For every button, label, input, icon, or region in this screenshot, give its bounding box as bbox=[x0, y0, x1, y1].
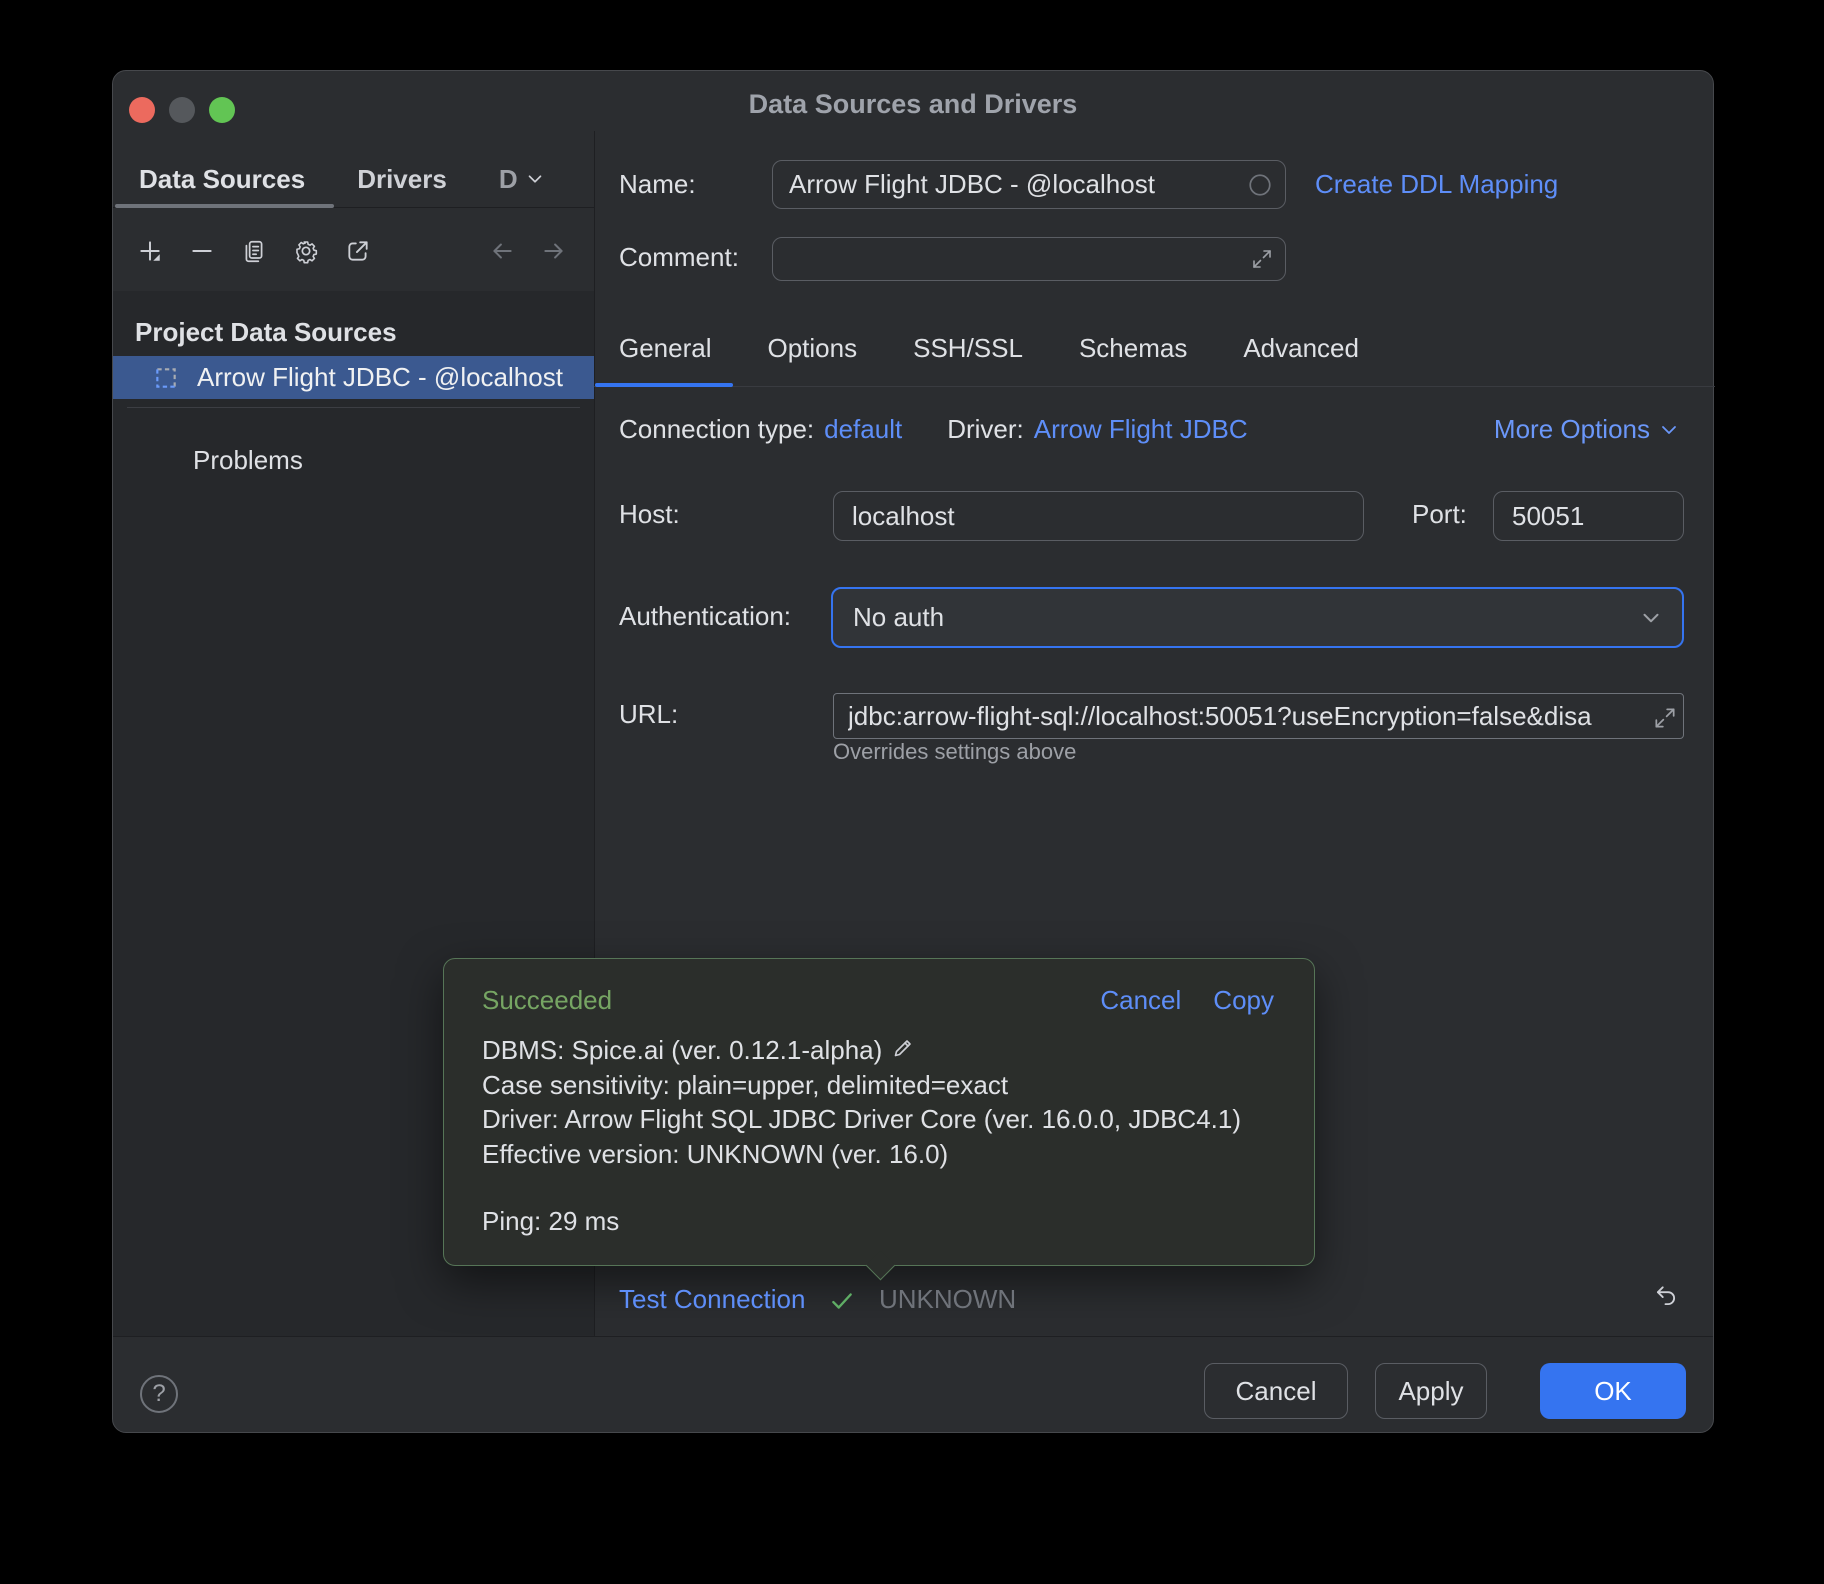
remove-icon[interactable] bbox=[189, 238, 215, 264]
authentication-select[interactable]: No auth bbox=[831, 587, 1684, 648]
screen: Data Sources and Drivers Data Sources Dr… bbox=[0, 0, 1824, 1584]
tabbar-divider bbox=[594, 386, 1715, 387]
back-arrow-icon[interactable] bbox=[489, 238, 515, 264]
host-input[interactable]: localhost bbox=[833, 491, 1364, 541]
data-source-item-label: Arrow Flight JDBC - @localhost bbox=[197, 362, 563, 393]
popup-line-driver: Driver: Arrow Flight SQL JDBC Driver Cor… bbox=[482, 1102, 1241, 1137]
undo-icon[interactable] bbox=[1653, 1283, 1679, 1309]
edit-pencil-icon[interactable] bbox=[891, 1036, 917, 1062]
popup-actions: Cancel Copy bbox=[1100, 985, 1274, 1016]
popup-cancel-link[interactable]: Cancel bbox=[1100, 985, 1181, 1016]
name-input[interactable]: Arrow Flight JDBC - @localhost bbox=[772, 160, 1286, 209]
help-button[interactable]: ? bbox=[140, 1375, 178, 1413]
duplicate-icon[interactable] bbox=[241, 238, 267, 264]
sidebar-tab-bar: Data Sources Drivers D bbox=[113, 151, 594, 207]
tab-general[interactable]: General bbox=[619, 333, 712, 364]
name-value: Arrow Flight JDBC - @localhost bbox=[789, 169, 1247, 200]
data-source-item-selected[interactable]: Arrow Flight JDBC - @localhost bbox=[113, 356, 594, 399]
test-connection-link[interactable]: Test Connection bbox=[619, 1284, 805, 1315]
forward-arrow-icon[interactable] bbox=[541, 238, 567, 264]
tree-divider bbox=[127, 407, 580, 408]
tab-options[interactable]: Options bbox=[768, 333, 858, 364]
authentication-label: Authentication: bbox=[619, 601, 791, 632]
export-icon[interactable] bbox=[345, 238, 371, 264]
expand-icon[interactable] bbox=[1249, 246, 1275, 272]
name-label: Name: bbox=[619, 169, 696, 200]
driver-link[interactable]: Arrow Flight JDBC bbox=[1034, 414, 1248, 445]
create-ddl-mapping-link[interactable]: Create DDL Mapping bbox=[1315, 169, 1558, 200]
popup-copy-link[interactable]: Copy bbox=[1213, 985, 1274, 1016]
tab-truncated-label: D bbox=[499, 164, 518, 195]
connection-type-row: Connection type: default Driver: Arrow F… bbox=[619, 414, 1248, 445]
progress-circle-icon bbox=[1247, 172, 1273, 198]
connection-type-label: Connection type: bbox=[619, 414, 814, 445]
popup-notch bbox=[866, 1251, 896, 1281]
ok-button[interactable]: OK bbox=[1540, 1363, 1686, 1419]
host-label: Host: bbox=[619, 499, 680, 530]
popup-ping: Ping: 29 ms bbox=[482, 1206, 619, 1237]
more-options-label: More Options bbox=[1494, 414, 1650, 445]
active-tab-underline bbox=[115, 204, 334, 208]
cancel-button[interactable]: Cancel bbox=[1204, 1363, 1348, 1419]
general-tab-underline bbox=[595, 383, 733, 387]
problems-item[interactable]: Problems bbox=[193, 445, 303, 476]
tab-schemas[interactable]: Schemas bbox=[1079, 333, 1187, 364]
url-label: URL: bbox=[619, 699, 678, 730]
connection-type-value[interactable]: default bbox=[824, 414, 902, 445]
chevron-down-icon bbox=[1656, 417, 1682, 443]
tab-data-sources[interactable]: Data Sources bbox=[139, 164, 305, 195]
chevron-down-icon bbox=[1638, 605, 1664, 631]
authentication-value: No auth bbox=[853, 602, 1638, 633]
tab-overflow[interactable]: D bbox=[499, 164, 548, 195]
data-sources-dialog: Data Sources and Drivers Data Sources Dr… bbox=[112, 70, 1714, 1433]
checkmark-icon bbox=[829, 1288, 855, 1314]
popup-details: DBMS: Spice.ai (ver. 0.12.1-alpha) Case … bbox=[482, 1033, 1241, 1171]
comment-input[interactable] bbox=[772, 237, 1286, 281]
settings-tab-bar: General Options SSH/SSL Schemas Advanced bbox=[619, 333, 1359, 364]
tab-advanced[interactable]: Advanced bbox=[1243, 333, 1359, 364]
add-icon[interactable] bbox=[137, 238, 163, 264]
chevron-down-icon[interactable] bbox=[522, 166, 548, 192]
url-value: jdbc:arrow-flight-sql://localhost:50051?… bbox=[848, 701, 1639, 732]
popup-line-case-sensitivity: Case sensitivity: plain=upper, delimited… bbox=[482, 1068, 1241, 1103]
driver-label: Driver: bbox=[947, 414, 1024, 445]
data-source-icon bbox=[153, 365, 179, 391]
popup-line-dbms: DBMS: Spice.ai (ver. 0.12.1-alpha) bbox=[482, 1033, 1241, 1068]
apply-button[interactable]: Apply bbox=[1375, 1363, 1487, 1419]
sidebar-toolbar bbox=[113, 223, 594, 279]
comment-label: Comment: bbox=[619, 242, 739, 273]
test-connection-popup: Succeeded Cancel Copy DBMS: Spice.ai (ve… bbox=[443, 958, 1315, 1266]
popup-status: Succeeded bbox=[482, 985, 612, 1016]
window-title: Data Sources and Drivers bbox=[113, 89, 1713, 120]
host-value: localhost bbox=[852, 501, 955, 532]
gear-icon[interactable] bbox=[293, 238, 319, 264]
footer-divider bbox=[113, 1336, 1713, 1337]
expand-icon[interactable] bbox=[1652, 705, 1678, 731]
tab-drivers[interactable]: Drivers bbox=[357, 164, 447, 195]
popup-line-effective-version: Effective version: UNKNOWN (ver. 16.0) bbox=[482, 1137, 1241, 1172]
test-connection-status: UNKNOWN bbox=[879, 1284, 1016, 1315]
url-input[interactable]: jdbc:arrow-flight-sql://localhost:50051?… bbox=[833, 693, 1684, 739]
more-options-link[interactable]: More Options bbox=[1494, 414, 1682, 445]
project-data-sources-header: Project Data Sources bbox=[135, 317, 397, 348]
port-value: 50051 bbox=[1512, 501, 1584, 532]
port-input[interactable]: 50051 bbox=[1493, 491, 1684, 541]
tab-ssh-ssl[interactable]: SSH/SSL bbox=[913, 333, 1023, 364]
port-label: Port: bbox=[1412, 499, 1467, 530]
url-hint: Overrides settings above bbox=[833, 739, 1076, 765]
